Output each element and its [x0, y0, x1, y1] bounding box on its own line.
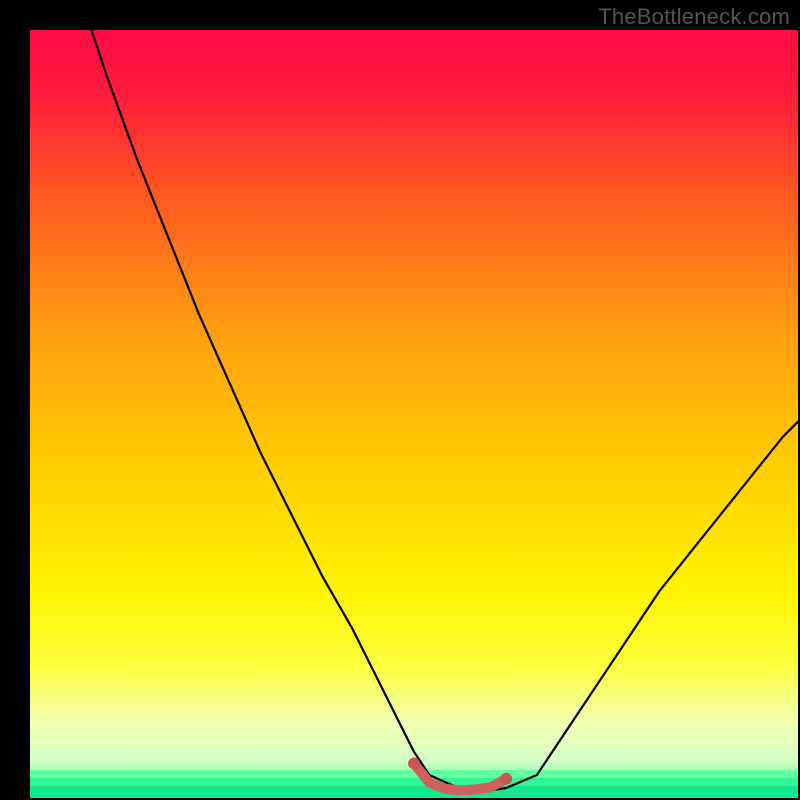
- accent-endpoint-left: [408, 757, 420, 769]
- bottom-accent-segment: [414, 763, 506, 790]
- chart-container: TheBottleneck.com: [0, 0, 800, 800]
- accent-endpoint-right: [500, 773, 512, 785]
- main-curve: [91, 30, 798, 790]
- watermark-label: TheBottleneck.com: [598, 4, 790, 30]
- curve-layer: [30, 30, 798, 798]
- plot-frame: [30, 30, 798, 798]
- plot-area: [30, 30, 798, 798]
